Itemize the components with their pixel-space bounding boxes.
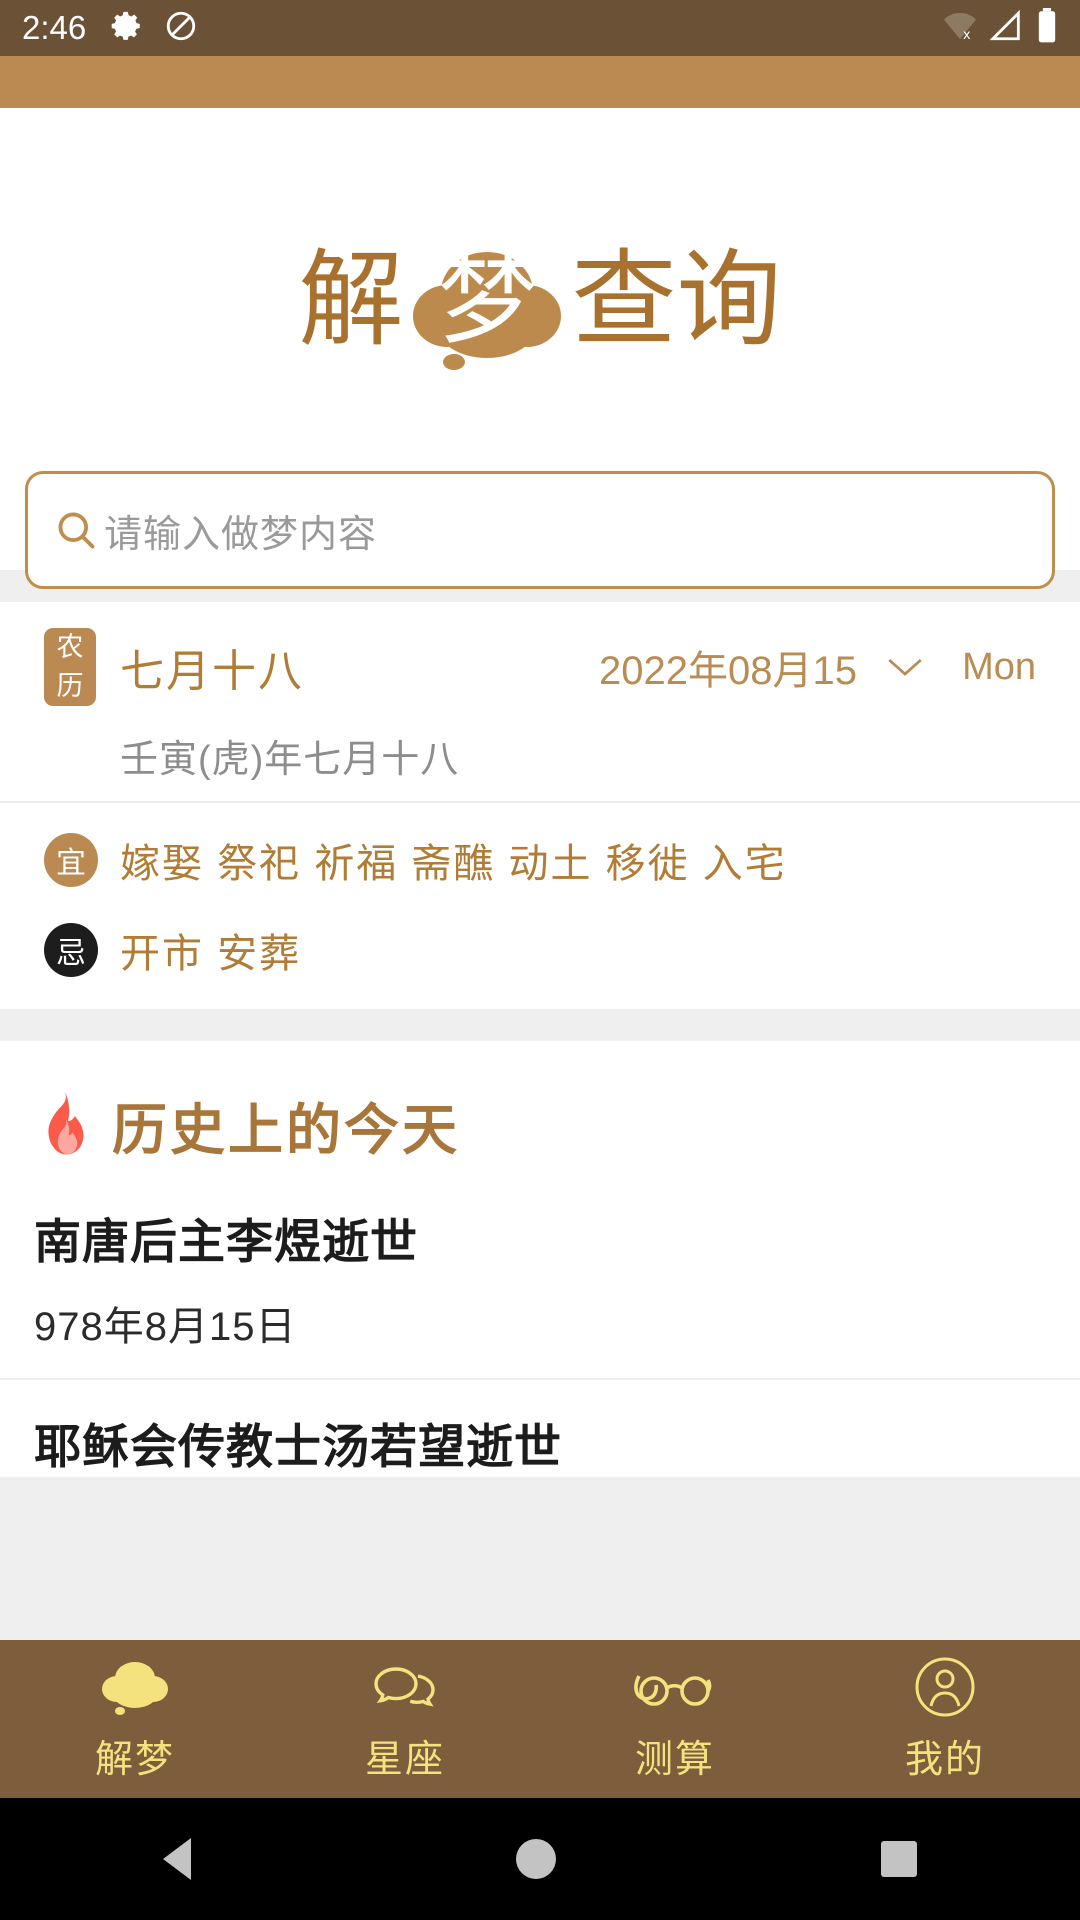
ji-items-text: 开市 安葬	[120, 932, 302, 976]
content-gap-middle	[0, 1009, 1080, 1041]
ji-badge-icon: 忌	[44, 923, 98, 977]
chevron-down-icon[interactable]	[884, 645, 926, 690]
search-input[interactable]: 请输入做梦内容	[104, 503, 377, 558]
logo-char-cha: 查	[571, 238, 677, 361]
tab-wode[interactable]: 我的	[810, 1656, 1080, 1783]
yi-badge-icon: 宜	[44, 833, 98, 887]
dream-cloud-icon	[99, 1656, 171, 1718]
tab-label-cesuan: 测算	[634, 1738, 715, 1781]
status-bar-clock: 2:46	[22, 9, 87, 46]
chat-bubbles-icon	[363, 1656, 447, 1718]
status-bar-left-icons	[110, 9, 198, 48]
history-list-item[interactable]: 南唐后主李煜逝世 978年8月15日	[0, 1175, 1080, 1352]
lunar-badge: 农 历	[44, 628, 96, 706]
android-navigation-bar	[0, 1798, 1080, 1920]
svg-text:x: x	[963, 28, 971, 42]
back-triangle-icon[interactable]	[162, 1838, 191, 1880]
glasses-icon	[629, 1656, 721, 1718]
main-content: 农 历 七月十八 2022年08月15 Mon 壬寅(虎)年七月十八 宜 嫁娶 …	[0, 570, 1080, 1640]
status-bar-right-icons: x	[942, 7, 1058, 49]
search-icon	[54, 508, 98, 552]
yi-items-text: 嫁娶 祭祀 祈福 斋醮 动土 移徙 入宅	[120, 842, 787, 886]
history-header: 历史上的今天	[0, 1041, 1080, 1175]
home-circle-icon[interactable]	[515, 1839, 556, 1879]
fire-icon	[34, 1090, 96, 1160]
logo-dream-bubble: 梦	[407, 230, 567, 370]
history-item-name: 南唐后主李煜逝世	[34, 1215, 418, 1268]
do-not-disturb-icon	[164, 9, 198, 48]
tab-label-wode: 我的	[904, 1738, 985, 1781]
lunar-date-text: 七月十八	[120, 647, 304, 696]
search-bar[interactable]: 请输入做梦内容	[25, 471, 1055, 589]
logo-char-jie: 解	[298, 238, 404, 361]
tab-cesuan[interactable]: 测算	[540, 1656, 810, 1783]
tab-jiemeng[interactable]: 解梦	[0, 1656, 270, 1783]
app-header: 解 梦 查 询 请输入做梦内容	[0, 108, 1080, 589]
history-list-item[interactable]: 耶稣会传教士汤若望逝世	[0, 1378, 1080, 1477]
solar-date-picker[interactable]: 2022年08月15	[599, 638, 936, 696]
person-circle-icon	[914, 1656, 976, 1718]
status-bar: 2:46 x	[0, 0, 1080, 56]
history-today-card: 历史上的今天 南唐后主李煜逝世 978年8月15日 耶稣会传教士汤若望逝世	[0, 1041, 1080, 1477]
ji-row: 忌 开市 安葬	[44, 921, 1036, 979]
battery-icon	[1036, 7, 1058, 49]
solar-date-text: 2022年08月15	[598, 649, 857, 693]
logo-char-meng: 梦	[437, 241, 538, 358]
tab-label-jiemeng: 解梦	[94, 1738, 175, 1781]
gear-icon	[110, 9, 144, 48]
lunar-card-header: 农 历 七月十八 2022年08月15 Mon 壬寅(虎)年七月十八	[0, 602, 1080, 801]
recent-square-icon[interactable]	[881, 1841, 918, 1877]
app-logo: 解 梦 查 询	[0, 220, 1080, 380]
wifi-off-icon: x	[942, 10, 978, 47]
signal-icon	[989, 9, 1024, 47]
tab-label-xingzuo: 星座	[364, 1738, 445, 1781]
ganzhi-text: 壬寅(虎)年七月十八	[120, 739, 460, 781]
weekday-label: Mon	[962, 645, 1036, 688]
bottom-tab-bar: 解梦 星座 测算 我的	[0, 1640, 1080, 1798]
lunar-badge-char1: 农	[56, 632, 84, 662]
history-item-name: 耶稣会传教士汤若望逝世	[34, 1420, 562, 1473]
history-item-date: 978年8月15日	[34, 1305, 297, 1349]
history-title: 历史上的今天	[112, 1099, 461, 1161]
lunar-calendar-card: 农 历 七月十八 2022年08月15 Mon 壬寅(虎)年七月十八 宜 嫁娶 …	[0, 602, 1080, 1009]
lunar-badge-char2: 历	[56, 671, 84, 701]
app-screen: 2:46 x 解 梦 查 询 请输入做梦内容 农 历 七月十八 2022年08月…	[0, 0, 1080, 1920]
yi-row: 宜 嫁娶 祭祀 祈福 斋醮 动土 移徙 入宅	[44, 831, 1036, 889]
tab-xingzuo[interactable]: 星座	[270, 1656, 540, 1783]
top-banner	[0, 56, 1080, 108]
logo-char-xun: 询	[676, 238, 782, 361]
yi-ji-section: 宜 嫁娶 祭祀 祈福 斋醮 动土 移徙 入宅 忌 开市 安葬	[0, 803, 1080, 1009]
